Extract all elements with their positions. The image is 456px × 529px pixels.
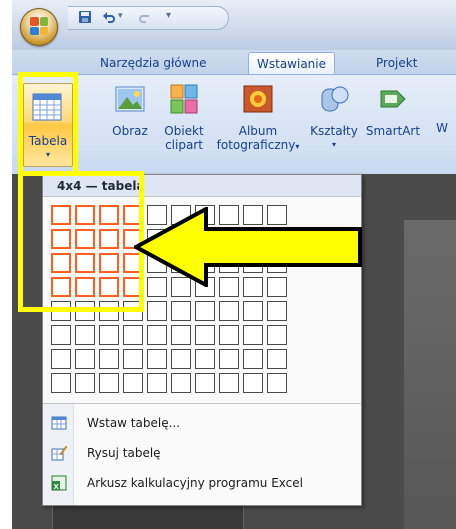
table-grid-cell[interactable] xyxy=(195,349,215,369)
obraz-label: Obraz xyxy=(112,124,148,138)
table-grid-cell[interactable] xyxy=(243,373,263,393)
smartart-label: SmartArt xyxy=(365,124,421,138)
table-grid-cell[interactable] xyxy=(267,349,287,369)
album-dropdown-icon: ▾ xyxy=(295,142,300,151)
table-grid-cell[interactable] xyxy=(267,373,287,393)
undo-dropdown-icon[interactable]: ▾ xyxy=(118,11,123,21)
office-logo-icon xyxy=(30,17,48,35)
table-grid-cell[interactable] xyxy=(51,325,71,345)
table-grid-cell[interactable] xyxy=(147,373,167,393)
photo-album-icon xyxy=(243,85,273,113)
office-button[interactable] xyxy=(20,8,58,46)
excel-sheet-icon: X xyxy=(51,475,67,491)
table-grid-cell[interactable] xyxy=(123,349,143,369)
table-grid-cell[interactable] xyxy=(99,349,119,369)
table-grid-cell[interactable] xyxy=(147,301,167,321)
title-bar: ▾ ▾ xyxy=(12,0,456,50)
table-grid-cell[interactable] xyxy=(99,373,119,393)
redo-icon[interactable] xyxy=(138,10,152,24)
undo-icon[interactable] xyxy=(102,10,116,24)
tab-narzedzia-glowne[interactable]: Narzędzia główne xyxy=(92,52,215,74)
table-grid-cell[interactable] xyxy=(243,349,263,369)
table-grid-cell[interactable] xyxy=(147,325,167,345)
arkusz-excel-label: Arkusz kalkulacyjny programu Excel xyxy=(87,476,303,490)
save-icon[interactable] xyxy=(78,10,92,24)
table-grid-cell[interactable] xyxy=(219,325,239,345)
insert-table-icon xyxy=(51,416,67,430)
cut-off-label: W xyxy=(436,121,448,135)
table-grid-cell[interactable] xyxy=(243,325,263,345)
ksztalty-dropdown-icon: ▾ xyxy=(331,140,336,149)
customize-toolbar-icon[interactable]: ▾ xyxy=(166,10,171,21)
table-grid-cell[interactable] xyxy=(51,349,71,369)
clipart-label-2: clipart xyxy=(165,138,203,152)
table-grid-cell[interactable] xyxy=(267,301,287,321)
table-grid-cell[interactable] xyxy=(219,373,239,393)
quick-access-toolbar: ▾ ▾ xyxy=(68,6,229,30)
table-grid-cell[interactable] xyxy=(99,325,119,345)
table-grid-cell[interactable] xyxy=(171,301,191,321)
table-grid-cell[interactable] xyxy=(75,349,95,369)
album-button[interactable]: Album fotograficzny▾ xyxy=(212,83,304,154)
slide-canvas-edge xyxy=(404,220,456,529)
ribbon-tab-row: Narzędzia główne Wstawianie Projekt xyxy=(12,50,456,75)
tab-projekt[interactable]: Projekt xyxy=(368,52,425,74)
cut-off-button[interactable]: W xyxy=(428,83,456,135)
wstaw-tabele-label: Wstaw tabelę... xyxy=(87,416,181,430)
menu-item-wstaw-tabele[interactable]: Wstaw tabelę... xyxy=(43,409,361,437)
picture-icon xyxy=(115,86,145,112)
ribbon-insert: Tabela ▾ Obraz Obiekt clipart Album foto… xyxy=(12,74,456,175)
table-grid-cell[interactable] xyxy=(195,373,215,393)
table-grid-cell[interactable] xyxy=(243,301,263,321)
grid-highlight-box xyxy=(18,171,144,312)
table-grid-cell[interactable] xyxy=(123,325,143,345)
menu-divider xyxy=(43,403,361,404)
table-grid-cell[interactable] xyxy=(171,325,191,345)
obraz-button[interactable]: Obraz xyxy=(104,83,156,138)
smartart-icon xyxy=(380,90,406,108)
table-grid-cell[interactable] xyxy=(195,325,215,345)
svg-text:X: X xyxy=(54,483,60,491)
menu-item-arkusz-excel[interactable]: X Arkusz kalkulacyjny programu Excel xyxy=(43,469,361,497)
pointer-arrow-icon xyxy=(134,207,362,287)
ksztalty-label: Kształty xyxy=(310,124,358,138)
table-grid-cell[interactable] xyxy=(267,325,287,345)
smartart-button[interactable]: SmartArt xyxy=(362,83,424,138)
album-label-1: Album xyxy=(238,124,278,138)
tabela-highlight-box xyxy=(18,72,78,176)
menu-item-rysuj-tabele[interactable]: Rysuj tabelę xyxy=(43,439,361,467)
tab-wstawianie[interactable]: Wstawianie xyxy=(248,52,335,75)
table-grid-cell[interactable] xyxy=(171,373,191,393)
table-grid-cell[interactable] xyxy=(171,349,191,369)
cut-off-icon xyxy=(432,83,452,115)
table-grid-cell[interactable] xyxy=(195,301,215,321)
shapes-icon xyxy=(321,86,349,112)
table-grid-cell[interactable] xyxy=(75,373,95,393)
rysuj-tabele-label: Rysuj tabelę xyxy=(87,446,161,460)
clipart-button[interactable]: Obiekt clipart xyxy=(154,83,214,152)
table-grid-cell[interactable] xyxy=(75,325,95,345)
album-label-2: fotograficzny▾ xyxy=(212,138,304,154)
table-grid-cell[interactable] xyxy=(219,349,239,369)
table-grid-cell[interactable] xyxy=(219,301,239,321)
table-grid-cell[interactable] xyxy=(147,349,167,369)
clipart-icon xyxy=(170,84,198,114)
album-label-2-text: fotograficzny xyxy=(216,138,296,152)
ksztalty-button[interactable]: Kształty ▾ xyxy=(310,83,358,152)
table-grid-cell[interactable] xyxy=(51,373,71,393)
table-grid-cell[interactable] xyxy=(123,373,143,393)
draw-table-icon xyxy=(51,445,67,461)
clipart-label-1: Obiekt xyxy=(164,124,204,138)
